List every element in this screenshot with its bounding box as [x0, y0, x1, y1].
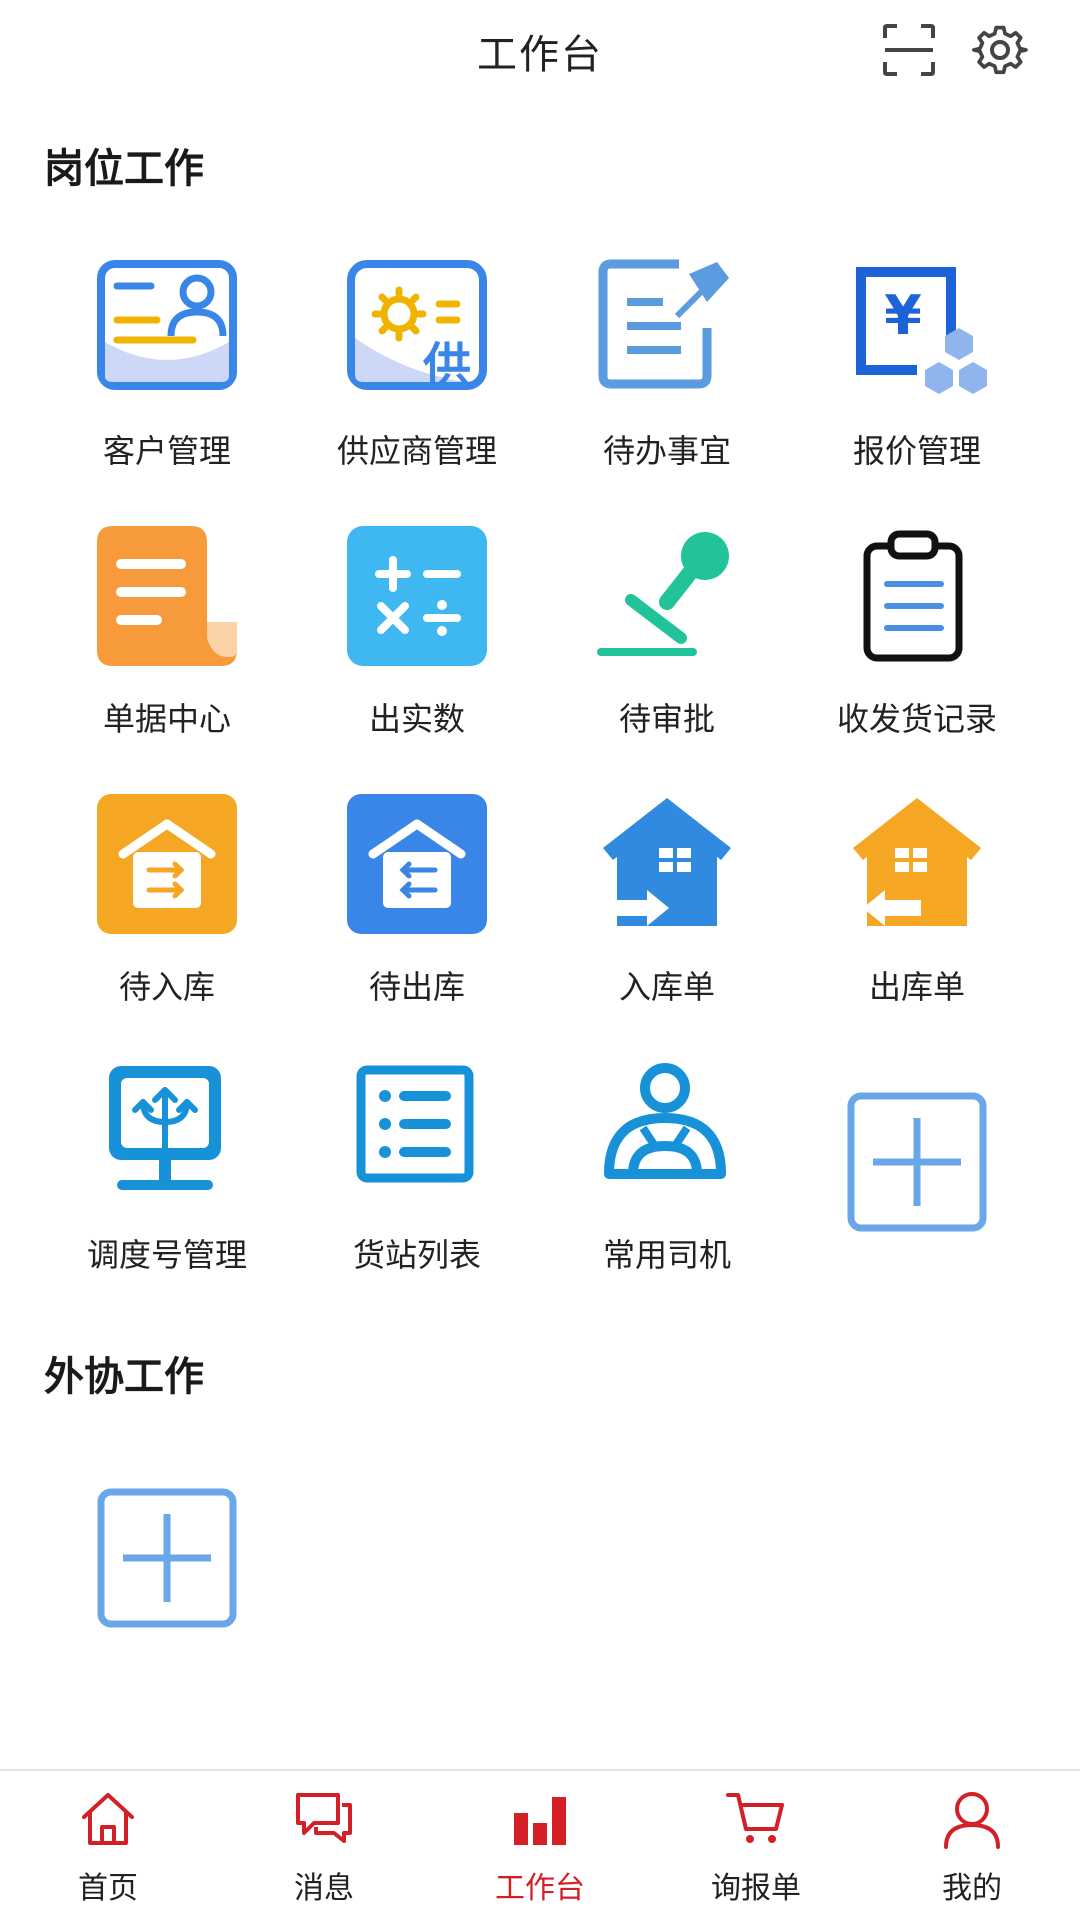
tile-label: 报价管理 — [852, 432, 981, 470]
tab-label: 询报单 — [711, 1871, 801, 1906]
tile-inbound-order[interactable]: 入库单 — [542, 794, 792, 1044]
warehouse-in-icon — [97, 794, 237, 934]
tile-document-center[interactable]: 单据中心 — [42, 526, 292, 776]
tile-pending-outbound[interactable]: 待出库 — [292, 794, 542, 1044]
tile-frequent-drivers[interactable]: 常用司机 — [542, 1062, 792, 1312]
tile-label: 供应商管理 — [336, 432, 497, 470]
svg-text:供: 供 — [423, 338, 471, 394]
tab-label: 消息 — [294, 1871, 354, 1906]
document-icon — [97, 526, 237, 666]
tile-label: 待审批 — [618, 700, 715, 738]
tab-profile[interactable]: 我的 — [864, 1771, 1080, 1922]
clipboard-icon — [863, 530, 963, 662]
cart-icon — [726, 1793, 784, 1843]
list-icon — [356, 1065, 474, 1183]
section-title-post-work: 岗位工作 — [44, 146, 204, 192]
svg-text:¥: ¥ — [884, 284, 922, 347]
tile-actual-quantity[interactable]: 出实数 — [292, 526, 542, 776]
quote-yen-icon: ¥ — [856, 267, 987, 394]
inbound-house-icon — [603, 798, 731, 926]
tile-quote-management[interactable]: ¥ 报价管理 — [792, 258, 1042, 508]
tile-label: 客户管理 — [102, 432, 231, 470]
tile-supplier-management[interactable]: 供 供应商管理 — [292, 258, 542, 508]
section-title-outsourced-work: 外协工作 — [44, 1354, 204, 1400]
tab-label: 工作台 — [495, 1871, 585, 1906]
tile-station-list[interactable]: 货站列表 — [292, 1062, 542, 1312]
customer-card-icon — [97, 260, 237, 390]
tab-label: 首页 — [78, 1871, 138, 1906]
tab-label: 我的 — [942, 1871, 1002, 1906]
outbound-house-icon — [853, 798, 981, 926]
message-icon — [296, 1793, 352, 1843]
tile-shipping-records[interactable]: 收发货记录 — [792, 526, 1042, 776]
tile-label: 出库单 — [868, 968, 965, 1006]
scan-icon[interactable] — [881, 22, 937, 78]
stamp-icon — [597, 532, 729, 656]
add-icon — [97, 1488, 237, 1628]
tab-home[interactable]: 首页 — [0, 1771, 216, 1922]
tile-label: 调度号管理 — [86, 1236, 247, 1274]
tile-outbound-order[interactable]: 出库单 — [792, 794, 1042, 1044]
driver-icon — [604, 1063, 726, 1179]
top-bar: 工作台 — [0, 0, 1080, 104]
calculator-icon — [347, 526, 487, 666]
supplier-icon: 供 — [347, 260, 487, 394]
user-icon — [944, 1792, 1000, 1849]
tile-pending-approval[interactable]: 待审批 — [542, 526, 792, 776]
warehouse-out-icon — [347, 794, 487, 934]
tile-label: 待入库 — [118, 968, 215, 1006]
tile-label: 入库单 — [618, 968, 715, 1006]
tab-inquiry[interactable]: 询报单 — [648, 1771, 864, 1922]
tile-dispatch-number[interactable]: 调度号管理 — [42, 1062, 292, 1312]
tile-label: 单据中心 — [102, 700, 231, 738]
tile-label: 待出库 — [368, 968, 465, 1006]
bottom-tab-bar: 首页 消息 工作台 询报单 我的 — [0, 1769, 1080, 1922]
add-shortcut-button[interactable] — [42, 1488, 292, 1738]
tile-label: 收发货记录 — [836, 700, 997, 738]
tab-workbench[interactable]: 工作台 — [432, 1771, 648, 1922]
gear-icon[interactable] — [972, 22, 1028, 78]
dispatch-icon — [109, 1066, 221, 1190]
todo-edit-icon — [598, 259, 729, 389]
bar-chart-icon — [514, 1797, 566, 1845]
tile-pending-inbound[interactable]: 待入库 — [42, 794, 292, 1044]
home-icon — [82, 1793, 134, 1845]
add-shortcut-button[interactable] — [792, 1062, 1042, 1312]
tab-messages[interactable]: 消息 — [216, 1771, 432, 1922]
tile-label: 常用司机 — [602, 1236, 731, 1274]
tile-label: 待办事宜 — [602, 432, 731, 470]
tile-customer-management[interactable]: 客户管理 — [42, 258, 292, 508]
add-icon — [847, 1092, 987, 1232]
tile-todo[interactable]: 待办事宜 — [542, 258, 792, 508]
tile-label: 货站列表 — [352, 1236, 481, 1274]
tile-label: 出实数 — [368, 700, 465, 738]
